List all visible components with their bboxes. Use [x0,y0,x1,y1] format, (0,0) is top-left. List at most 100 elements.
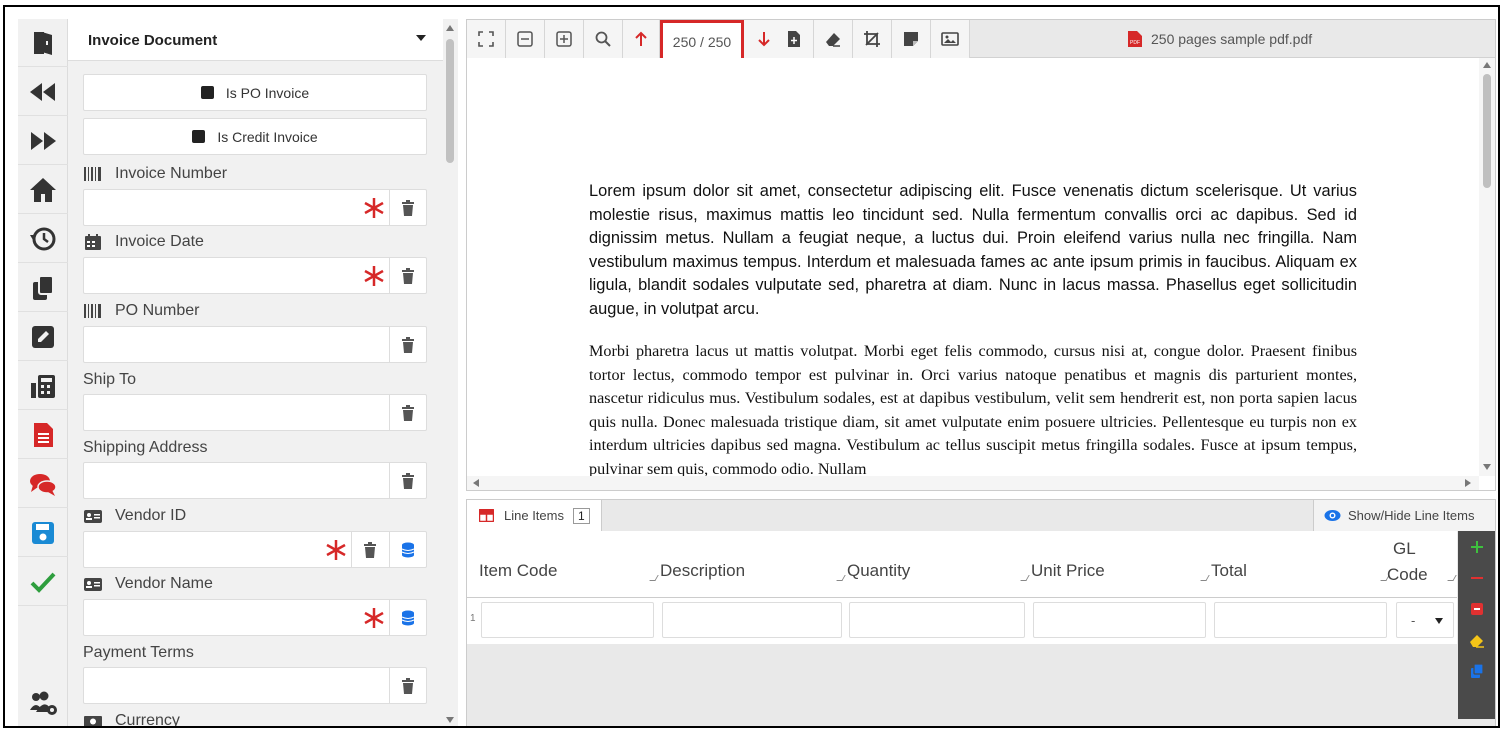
trash-icon[interactable] [389,668,426,703]
pdf-horizontal-scrollbar[interactable] [467,476,1479,490]
trash-icon[interactable] [389,327,426,362]
previous-page-icon[interactable] [623,20,660,58]
pdf-toolbar: 250 / 250 PDF 250 pages sample pdf.pdf [467,20,1495,63]
trash-icon[interactable] [351,532,388,567]
app-frame: Invoice Document Is PO Invoice Is Credit… [3,5,1500,728]
total-cell[interactable] [1214,602,1387,638]
trash-icon[interactable] [389,258,426,293]
resize-handle[interactable] [1020,575,1030,581]
copy-icon[interactable] [18,264,68,312]
calculator-icon[interactable] [18,362,68,410]
invoice-number-field[interactable] [83,189,427,226]
invoice-number-label: Invoice Number [83,165,227,183]
home-icon[interactable] [18,166,68,214]
comments-icon[interactable] [18,460,68,508]
edit-icon[interactable] [18,313,68,361]
table-icon [479,509,494,522]
pdf-scroll-thumb[interactable] [1483,74,1491,188]
required-icon [364,198,384,218]
scroll-down-arrow[interactable] [1483,464,1491,470]
shipping-address-label: Shipping Address [83,439,208,456]
history-icon[interactable] [18,215,68,263]
chevron-down-icon [416,35,426,41]
description-cell[interactable] [662,602,842,638]
ship-to-field[interactable] [83,394,427,431]
crop-icon[interactable] [853,20,892,58]
resize-handle[interactable] [836,575,846,581]
is-credit-invoice-toggle[interactable]: Is Credit Invoice [83,118,427,155]
copy-row-icon[interactable] [1458,655,1495,686]
tab-line-items[interactable]: Line Items 1 [467,500,602,531]
column-header-total[interactable]: Total [1211,561,1247,581]
column-header-item-code[interactable]: Item Code [479,561,557,581]
trash-icon[interactable] [389,395,426,430]
column-header-description[interactable]: Description [660,561,745,581]
vendor-name-label: Vendor Name [83,575,213,593]
zoom-in-icon[interactable] [545,20,584,58]
pdf-vertical-scrollbar[interactable] [1479,58,1495,476]
rewind-icon[interactable] [18,68,68,116]
scroll-up-arrow[interactable] [446,25,454,31]
column-header-gl[interactable]: GL [1393,539,1416,559]
check-icon[interactable] [18,558,68,606]
save-icon[interactable] [18,509,68,557]
scroll-up-arrow[interactable] [1483,62,1491,68]
payment-terms-label: Payment Terms [83,644,194,661]
gl-code-select[interactable]: - [1396,602,1454,638]
file-icon[interactable] [775,20,814,58]
remove-row-icon[interactable] [1458,562,1495,593]
page-number-indicator[interactable]: 250 / 250 [660,20,744,63]
checkbox-icon [200,86,214,99]
item-code-cell[interactable] [481,602,654,638]
trash-icon[interactable] [389,190,426,225]
delete-row-icon[interactable] [1458,593,1495,624]
trash-icon[interactable] [389,463,426,498]
fullscreen-icon[interactable] [467,20,506,58]
currency-label: Currency [83,712,180,726]
po-number-field[interactable] [83,326,427,363]
eraser-icon[interactable] [1458,624,1495,655]
document-type-select[interactable]: Invoice Document [68,19,443,61]
database-icon[interactable] [389,600,426,635]
invoice-date-field[interactable] [83,257,427,294]
users-settings-icon[interactable] [18,679,68,726]
vendor-id-field[interactable] [83,531,427,568]
line-items-header: Item Code Description Quantity Unit Pric… [467,531,1457,598]
image-icon[interactable] [931,20,970,58]
form-scroll-thumb[interactable] [446,39,454,163]
pdf-file-icon[interactable] [18,411,68,459]
pdf-icon: PDF [1128,31,1142,47]
resize-handle[interactable] [1447,575,1457,581]
column-header-unit-price[interactable]: Unit Price [1031,561,1105,581]
unit-price-cell[interactable] [1033,602,1206,638]
sticky-note-icon[interactable] [892,20,931,58]
zoom-out-icon[interactable] [506,20,545,58]
eraser-icon[interactable] [814,20,853,58]
exit-icon[interactable] [18,19,68,67]
fast-forward-icon[interactable] [18,117,68,165]
column-header-code[interactable]: Code [1387,565,1428,585]
add-row-icon[interactable] [1458,531,1495,562]
payment-terms-field[interactable] [83,667,427,704]
gl-code-value: - [1411,613,1416,628]
shipping-address-field[interactable] [83,462,427,499]
scroll-left-arrow[interactable] [473,479,479,487]
line-item-actions [1458,531,1495,719]
vendor-name-field[interactable] [83,599,427,636]
invoice-date-label: Invoice Date [83,233,204,251]
pdf-page-canvas[interactable]: Lorem ipsum dolor sit amet, consectetur … [467,58,1479,476]
resize-handle[interactable] [1200,575,1210,581]
line-items-panel: Line Items 1 Show/Hide Line Items Item C… [466,499,1496,726]
table-row: 1 - [467,598,1457,644]
show-hide-line-items-button[interactable]: Show/Hide Line Items [1313,500,1495,531]
column-header-quantity[interactable]: Quantity [847,561,910,581]
scroll-right-arrow[interactable] [1465,479,1471,487]
database-icon[interactable] [389,532,426,567]
pdf-paragraph: Morbi pharetra lacus ut mattis volutpat.… [589,342,1357,476]
scroll-down-arrow[interactable] [446,717,454,723]
is-po-invoice-toggle[interactable]: Is PO Invoice [83,74,427,111]
document-type-label: Invoice Document [88,32,218,49]
quantity-cell[interactable] [849,602,1025,638]
search-icon[interactable] [584,20,623,58]
resize-handle[interactable] [649,575,659,581]
